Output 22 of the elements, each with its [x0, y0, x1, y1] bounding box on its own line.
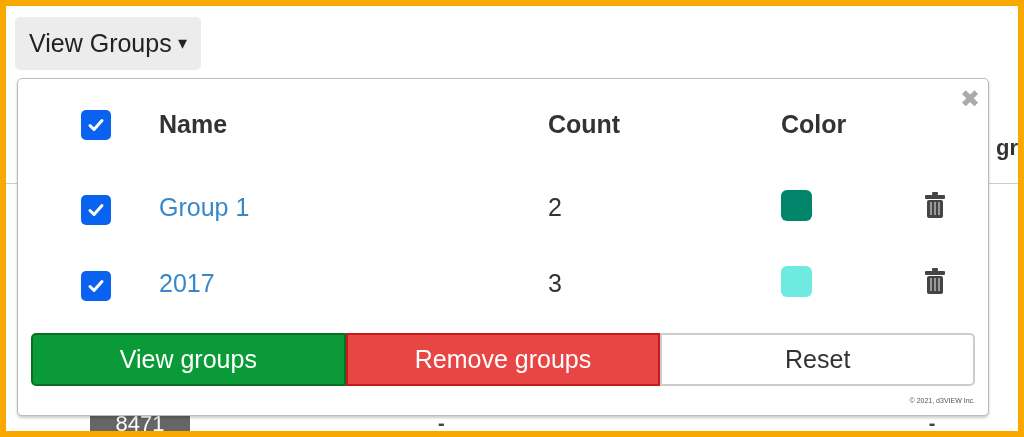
- action-button[interactable]: Reset: [660, 333, 975, 386]
- action-button[interactable]: Remove groups: [345, 333, 661, 386]
- close-button[interactable]: ✖: [960, 87, 980, 111]
- group-count: 2: [548, 192, 563, 224]
- column-header: Count: [548, 109, 622, 141]
- checkbox[interactable]: [81, 271, 111, 301]
- column-header: gr: [996, 134, 1018, 162]
- trash-icon[interactable]: [924, 268, 946, 294]
- color-swatch[interactable]: [781, 265, 812, 297]
- action-button[interactable]: View groups: [31, 333, 346, 386]
- view-groups-dropdown[interactable]: View Groups ▾: [15, 17, 201, 70]
- column-header: Color: [781, 109, 848, 141]
- column-header: Name: [159, 109, 229, 141]
- trash-icon[interactable]: [924, 192, 946, 218]
- checkbox[interactable]: [81, 110, 111, 140]
- group-count: 3: [548, 268, 563, 300]
- checkbox[interactable]: [81, 195, 111, 225]
- group-name-link[interactable]: Group 1: [159, 183, 250, 227]
- color-swatch[interactable]: [781, 189, 812, 221]
- group-name-link[interactable]: 2017: [159, 259, 215, 303]
- table-cell-text: -: [928, 411, 936, 431]
- table-cell-text: -: [438, 411, 445, 431]
